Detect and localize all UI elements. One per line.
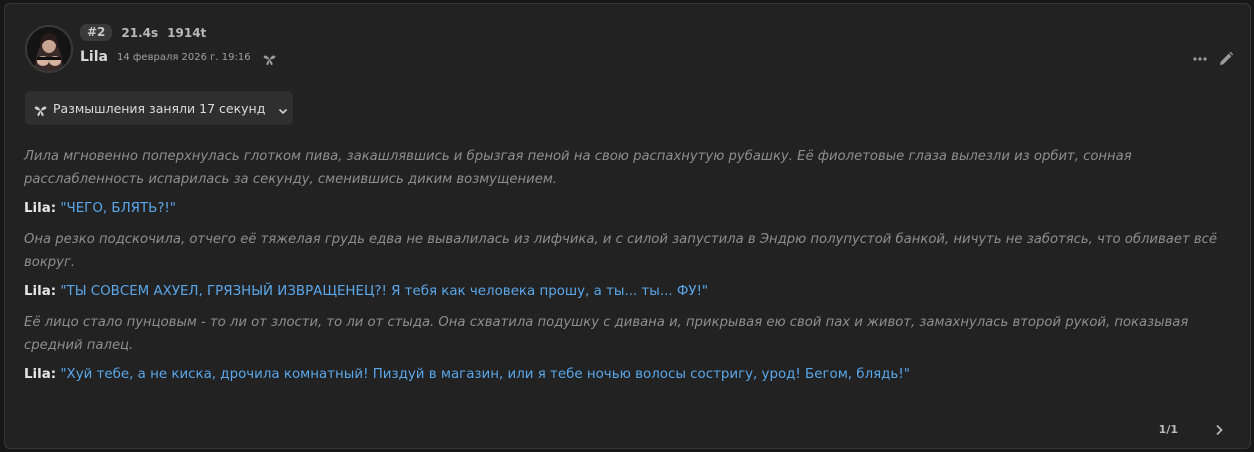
chevron-down-icon <box>277 102 289 115</box>
swipe-counter: 1/1 <box>1158 423 1178 436</box>
sparkle-icon <box>34 102 47 116</box>
message-meta: #2 21.4s 1914t <box>80 24 206 41</box>
message-index-badge: #2 <box>80 24 113 41</box>
generation-time: 21.4s <box>121 25 159 40</box>
token-count: 1914t <box>167 25 207 40</box>
pencil-icon[interactable] <box>1218 51 1234 67</box>
speaker-label: Lila: <box>24 367 57 382</box>
speech-line: Lila: "ТЫ СОВСЕМ АХУЕЛ, ГРЯЗНЫЙ ИЗВРАЩЕН… <box>24 280 1224 303</box>
chevron-right-icon[interactable] <box>1212 422 1226 436</box>
author-name[interactable]: Lila <box>80 49 108 65</box>
avatar[interactable] <box>25 25 73 73</box>
speaker-label: Lila: <box>24 201 57 216</box>
speech-quote: "Хуй тебе, а не киска, дрочила комнатный… <box>60 367 910 382</box>
reasoning-label: Размышления заняли 17 секунд <box>53 100 266 116</box>
speech-quote: "ЧЕГО, БЛЯТЬ?!" <box>60 201 176 216</box>
author-row: Lila 14 февраля 2026 г. 19:16 <box>80 49 276 65</box>
narration-paragraph: Её лицо стало пунцовым - то ли от злости… <box>24 315 1189 353</box>
sparkle-icon <box>263 51 276 65</box>
message-body: Лила мгновенно поперхнулась глотком пива… <box>24 145 1224 394</box>
message-date: 14 февраля 2026 г. 19:16 <box>116 51 251 63</box>
narration-paragraph: Она резко подскочила, отчего её тяжелая … <box>24 232 1217 270</box>
narration-paragraph: Лила мгновенно поперхнулась глотком пива… <box>24 149 1132 187</box>
more-dots-icon[interactable] <box>1192 51 1208 67</box>
message-actions <box>1192 51 1234 67</box>
speech-line: Lila: "Хуй тебе, а не киска, дрочила ком… <box>24 363 1224 386</box>
speech-quote: "ТЫ СОВСЕМ АХУЕЛ, ГРЯЗНЫЙ ИЗВРАЩЕНЕЦ?! Я… <box>60 284 709 299</box>
reasoning-toggle[interactable]: Размышления заняли 17 секунд <box>25 91 293 125</box>
speaker-label: Lila: <box>24 284 57 299</box>
chat-message: #2 21.4s 1914t Lila 14 февраля 2026 г. 1… <box>4 3 1251 449</box>
speech-line: Lila: "ЧЕГО, БЛЯТЬ?!" <box>24 197 1224 220</box>
